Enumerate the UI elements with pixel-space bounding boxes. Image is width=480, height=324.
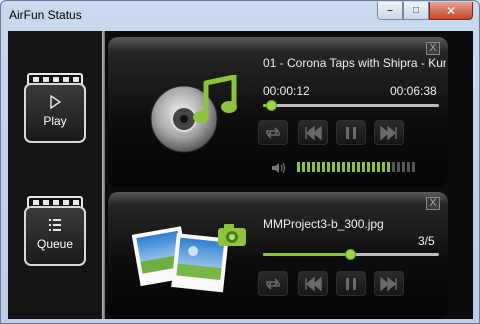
volume-bar [377,162,380,172]
volume-bar [307,162,310,172]
playback-progress-slider[interactable] [263,100,439,111]
volume-bar [367,162,370,172]
music-panel: X 01 - Corona Taps with Shipra - Kung 00… [108,37,448,187]
track-title: 01 - Corona Taps with Shipra - Kung [263,56,446,70]
pause-icon [346,277,356,290]
volume-bar [322,162,325,172]
volume-bar [412,162,415,172]
volume-bar [392,162,395,172]
sidebar-item-queue[interactable]: Queue [24,196,86,266]
progress-knob[interactable] [345,249,356,260]
close-icon: ✕ [445,3,457,18]
repeat-button[interactable] [258,271,288,296]
pause-button[interactable] [336,271,366,296]
progress-fill [263,253,351,256]
volume-bar [382,162,385,172]
sidebar-item-label: Play [43,114,67,128]
progress-knob[interactable] [265,100,277,111]
volume-bar [342,162,345,172]
close-photo-panel-button[interactable]: X [426,197,440,210]
volume-bar [347,162,350,172]
volume-bar [357,162,360,172]
volume-bar [337,162,340,172]
previous-icon [305,275,322,292]
play-icon [50,94,62,110]
minimize-button[interactable]: – [377,2,403,20]
sidebar-item-body: Play [24,83,86,143]
volume-bar [362,162,365,172]
speaker-icon [272,162,286,174]
volume-bar [407,162,410,172]
sidebar-item-play[interactable]: Play [24,73,86,143]
cd-music-note-icon [150,75,237,153]
volume-bar [332,162,335,172]
sidebar-item-body: Queue [24,206,86,266]
close-music-panel-button[interactable]: X [426,42,440,55]
volume-meter[interactable] [297,162,415,172]
volume-bar [327,162,330,172]
repeat-button[interactable] [258,120,288,145]
volume-bar [312,162,315,172]
total-duration: 00:06:38 [390,84,437,98]
volume-bar [352,162,355,172]
volume-bar [397,162,400,172]
repeat-icon [266,277,280,290]
pause-icon [346,126,356,139]
next-icon [380,124,397,141]
volume-bar [387,162,390,172]
sidebar-item-label: Queue [36,237,74,251]
next-button[interactable] [374,271,404,296]
queue-list-icon [49,219,61,231]
maximize-button[interactable]: □ [403,2,429,20]
photos-camera-icon [132,224,246,293]
pause-button[interactable] [336,120,366,145]
minimize-icon: – [387,4,393,16]
photo-panel: X MMProject3-b_300.jpg 3/5 [108,192,448,319]
slideshow-progress-slider[interactable] [263,249,439,260]
close-button[interactable]: ✕ [429,2,473,20]
client-area: Play Queue X 01 - Corona Taps with Shipr… [8,31,473,319]
volume-bar [372,162,375,172]
previous-button[interactable] [298,120,328,145]
title-bar[interactable]: AirFun Status – □ ✕ [1,1,479,30]
previous-icon [305,124,322,141]
next-icon [380,275,397,292]
volume-bar [402,162,405,172]
photo-counter: 3/5 [418,234,435,248]
window-title: AirFun Status [9,8,82,22]
sidebar: Play Queue [8,31,102,319]
caption-buttons: – □ ✕ [377,2,473,20]
volume-bar [297,162,300,172]
next-button[interactable] [374,120,404,145]
volume-bar [317,162,320,172]
volume-bar [302,162,305,172]
previous-button[interactable] [298,271,328,296]
sidebar-divider [102,31,105,319]
maximize-icon: □ [412,4,420,16]
photo-file-name: MMProject3-b_300.jpg [263,217,384,231]
elapsed-time: 00:00:12 [263,84,310,98]
app-window: AirFun Status – □ ✕ Play Queue X 01 - Co… [0,0,480,324]
repeat-icon [266,126,280,139]
